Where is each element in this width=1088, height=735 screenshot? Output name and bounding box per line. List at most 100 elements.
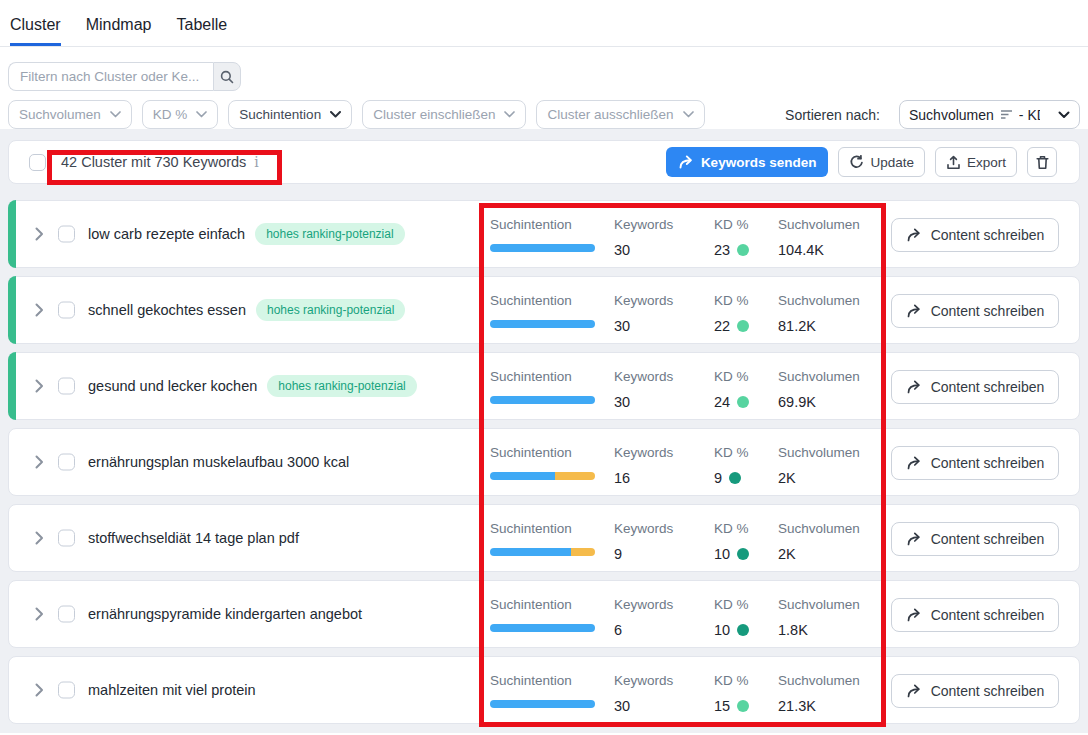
- tab-tabelle[interactable]: Tabelle: [177, 16, 228, 46]
- filter-cluster-einschliessen[interactable]: Cluster einschließen: [362, 100, 526, 129]
- ranking-potential-badge: hohes ranking-potenzial: [267, 375, 416, 397]
- ranking-accent-bar: [8, 276, 16, 344]
- column-kd: KD % 9: [714, 445, 749, 486]
- tab-cluster[interactable]: Cluster: [10, 16, 61, 46]
- tab-bar: Cluster Mindmap Tabelle: [0, 0, 1088, 47]
- column-suchintention: Suchintention: [490, 445, 595, 480]
- write-content-button[interactable]: Content schreiben: [891, 522, 1059, 556]
- export-icon: [946, 155, 961, 170]
- refresh-icon: [849, 155, 864, 170]
- column-suchintention: Suchintention: [490, 293, 595, 328]
- cluster-name: ernährungspyramide kindergarten angebot: [88, 606, 362, 622]
- filter-suchvolumen[interactable]: Suchvolumen: [8, 100, 132, 129]
- write-content-button[interactable]: Content schreiben: [891, 370, 1059, 404]
- filter-cluster-ausschliessen[interactable]: Cluster ausschließen: [536, 100, 704, 129]
- row-checkbox[interactable]: [58, 606, 75, 623]
- export-button[interactable]: Export: [935, 147, 1017, 177]
- chevron-down-icon: [196, 111, 207, 118]
- search-icon: [220, 70, 234, 84]
- intent-bar: [490, 320, 595, 328]
- intent-bar: [490, 624, 595, 632]
- write-content-button[interactable]: Content schreiben: [891, 218, 1059, 252]
- write-content-button[interactable]: Content schreiben: [891, 446, 1059, 480]
- ranking-potential-badge: hohes ranking-potenzial: [256, 299, 405, 321]
- send-arrow-icon: [906, 304, 922, 318]
- kd-dot: [737, 320, 749, 332]
- row-checkbox[interactable]: [58, 226, 75, 243]
- select-all-checkbox[interactable]: [29, 154, 46, 171]
- search-input[interactable]: [8, 62, 213, 91]
- ranking-potential-badge: hohes ranking-potenzial: [255, 223, 404, 245]
- filter-suchintention[interactable]: Suchintention: [228, 100, 352, 129]
- tab-mindmap[interactable]: Mindmap: [86, 16, 152, 46]
- filter-kd[interactable]: KD %: [142, 100, 219, 129]
- chevron-down-icon: [504, 111, 515, 118]
- header-buttons: Keywords senden Update Export: [666, 147, 1057, 177]
- column-suchvolumen: Suchvolumen 69.9K: [778, 369, 860, 410]
- column-kd: KD % 24: [714, 369, 749, 410]
- send-arrow-icon: [906, 228, 922, 242]
- delete-button[interactable]: [1027, 147, 1057, 177]
- sort-label: Sortieren nach:: [785, 107, 880, 123]
- chevron-down-icon: [1058, 111, 1070, 119]
- column-keywords: Keywords 30: [614, 293, 673, 334]
- row-checkbox[interactable]: [58, 682, 75, 699]
- column-suchvolumen: Suchvolumen 104.4K: [778, 217, 860, 258]
- kd-dot: [729, 472, 741, 484]
- list-header: 42 Cluster mit 730 Keywords i Keywords s…: [8, 140, 1080, 184]
- intent-bar: [490, 244, 595, 252]
- column-suchvolumen: Suchvolumen 2K: [778, 445, 860, 486]
- write-content-button[interactable]: Content schreiben: [891, 674, 1059, 708]
- ranking-accent-bar: [8, 200, 16, 268]
- expand-chevron-icon[interactable]: [35, 607, 44, 621]
- search-row: [8, 62, 1080, 91]
- expand-chevron-icon[interactable]: [35, 303, 44, 317]
- cluster-row: low carb rezepte einfach hohes ranking-p…: [8, 200, 1080, 268]
- row-checkbox[interactable]: [58, 302, 75, 319]
- send-arrow-icon: [906, 608, 922, 622]
- row-checkbox[interactable]: [58, 530, 75, 547]
- cluster-row: stoffwechseldiät 14 tage plan pdf Suchin…: [8, 504, 1080, 572]
- kd-dot: [737, 624, 749, 636]
- cluster-summary: 42 Cluster mit 730 Keywords i: [61, 154, 259, 170]
- cluster-name: low carb rezepte einfach: [88, 226, 245, 242]
- search-button[interactable]: [213, 62, 241, 91]
- column-suchvolumen: Suchvolumen 81.2K: [778, 293, 860, 334]
- intent-bar: [490, 396, 595, 404]
- column-kd: KD % 22: [714, 293, 749, 334]
- cluster-row: ernährungspyramide kindergarten angebot …: [8, 580, 1080, 648]
- row-checkbox[interactable]: [58, 454, 75, 471]
- sort-descending-icon: [1000, 109, 1013, 120]
- send-keywords-button[interactable]: Keywords senden: [666, 147, 829, 177]
- write-content-button[interactable]: Content schreiben: [891, 598, 1059, 632]
- kd-dot: [737, 548, 749, 560]
- intent-bar: [490, 548, 595, 556]
- column-keywords: Keywords 16: [614, 445, 673, 486]
- cluster-name: schnell gekochtes essen: [88, 302, 246, 318]
- expand-chevron-icon[interactable]: [35, 683, 44, 697]
- write-content-button[interactable]: Content schreiben: [891, 294, 1059, 328]
- column-kd: KD % 15: [714, 673, 749, 714]
- intent-bar: [490, 700, 595, 708]
- expand-chevron-icon[interactable]: [35, 227, 44, 241]
- kd-dot: [737, 244, 749, 256]
- column-keywords: Keywords 30: [614, 369, 673, 410]
- send-arrow-icon: [906, 380, 922, 394]
- info-icon[interactable]: i: [254, 154, 258, 170]
- column-keywords: Keywords 30: [614, 673, 673, 714]
- send-arrow-icon: [678, 155, 694, 169]
- expand-chevron-icon[interactable]: [35, 379, 44, 393]
- cluster-row: schnell gekochtes essen hohes ranking-po…: [8, 276, 1080, 344]
- column-suchvolumen: Suchvolumen 2K: [778, 521, 860, 562]
- expand-chevron-icon[interactable]: [35, 455, 44, 469]
- column-suchintention: Suchintention: [490, 521, 595, 556]
- expand-chevron-icon[interactable]: [35, 531, 44, 545]
- sort-select[interactable]: Suchvolumen - KD %: [899, 100, 1080, 129]
- cluster-name: ernährungsplan muskelaufbau 3000 kcal: [88, 454, 349, 470]
- trash-icon: [1035, 155, 1050, 170]
- row-checkbox[interactable]: [58, 378, 75, 395]
- chevron-down-icon: [330, 111, 341, 118]
- cluster-row: ernährungsplan muskelaufbau 3000 kcal Su…: [8, 428, 1080, 496]
- cluster-row: gesund und lecker kochen hohes ranking-p…: [8, 352, 1080, 420]
- update-button[interactable]: Update: [838, 147, 925, 177]
